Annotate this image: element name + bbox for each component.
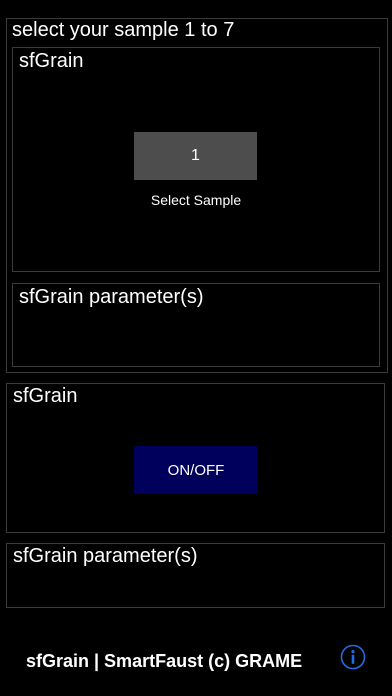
params-group-1-title: sfGrain parameter(s) xyxy=(19,286,204,308)
sample-value-box[interactable]: 1 xyxy=(134,132,257,180)
sample-value: 1 xyxy=(191,147,200,164)
sample-group-title: sfGrain xyxy=(19,50,84,72)
info-icon[interactable] xyxy=(340,644,366,670)
header-title: select your sample 1 to 7 xyxy=(12,19,235,41)
on-off-button[interactable]: ON/OFF xyxy=(134,446,258,494)
select-sample-label: Select Sample xyxy=(150,192,242,208)
on-off-label: ON/OFF xyxy=(167,461,225,479)
params-group-2-title: sfGrain parameter(s) xyxy=(13,545,198,567)
footer-text: sfGrain | SmartFaust (c) GRAME xyxy=(26,651,303,671)
onoff-group-title: sfGrain xyxy=(13,385,78,407)
